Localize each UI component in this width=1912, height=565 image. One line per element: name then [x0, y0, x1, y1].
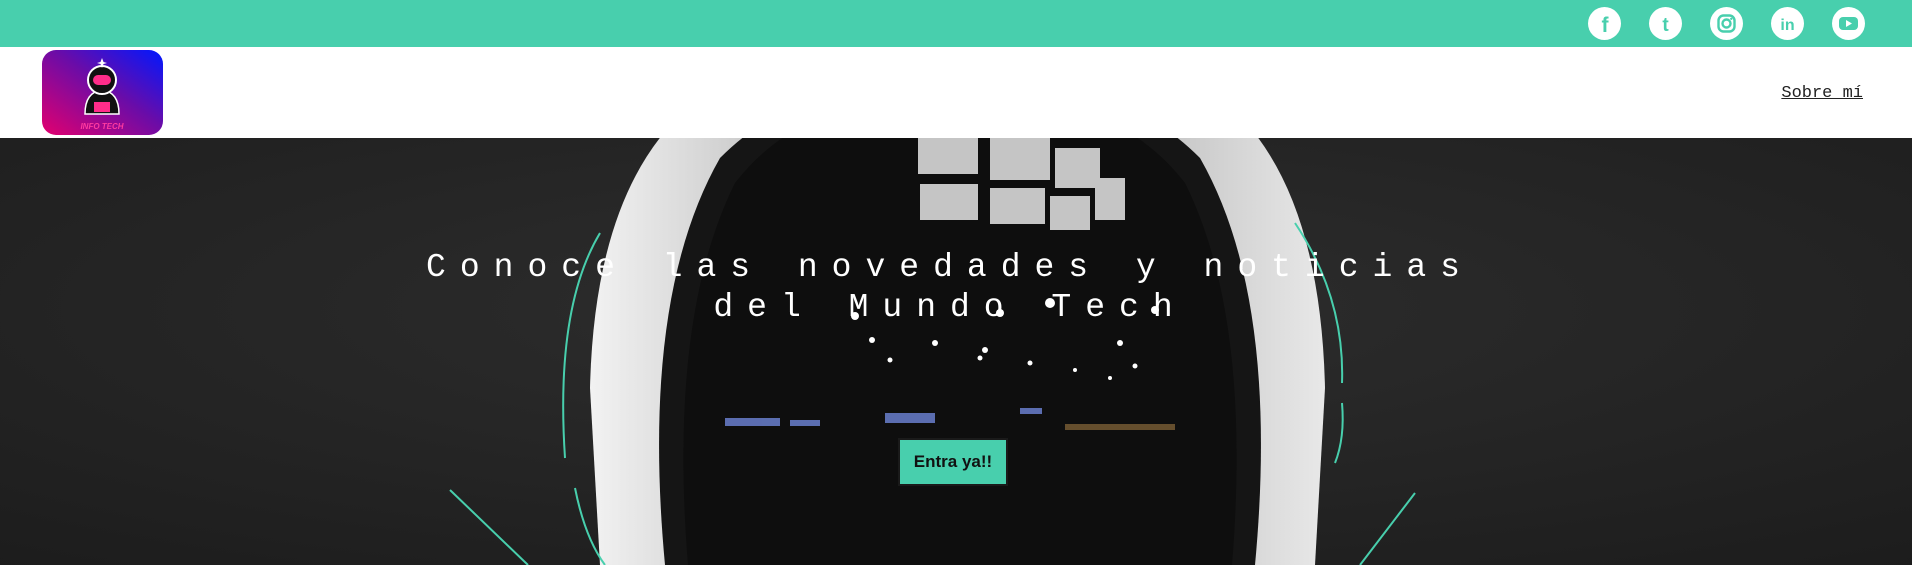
site-logo[interactable]: INFO TECH — [42, 50, 163, 135]
linkedin-link[interactable]: in — [1771, 6, 1804, 40]
astronaut-logo-icon: INFO TECH — [42, 50, 163, 135]
hero-section: Conoce las novedades y noticias del Mund… — [0, 138, 1912, 565]
linkedin-icon: in — [1780, 17, 1794, 34]
tumblr-link[interactable]: t — [1649, 6, 1682, 40]
social-links: f t in — [1588, 6, 1865, 40]
facebook-icon: f — [1602, 14, 1610, 37]
instagram-icon — [1717, 13, 1736, 33]
nav-link-about[interactable]: Sobre mí — [1781, 84, 1863, 103]
youtube-link[interactable] — [1832, 6, 1865, 40]
svg-text:t: t — [1662, 15, 1669, 36]
svg-text:f: f — [1602, 14, 1610, 37]
svg-text:INFO TECH: INFO TECH — [80, 122, 123, 131]
facebook-link[interactable]: f — [1588, 6, 1621, 40]
astronaut-helmet-background — [0, 138, 1912, 565]
tumblr-icon: t — [1662, 15, 1669, 36]
main-navbar: INFO TECH Sobre mí — [0, 47, 1912, 138]
hero-title: Conoce las novedades y noticias del Mund… — [426, 249, 1474, 326]
instagram-link[interactable] — [1710, 6, 1743, 40]
enter-button[interactable]: Entra ya!! — [898, 438, 1008, 486]
top-bar: f t in — [0, 0, 1912, 47]
youtube-icon — [1839, 16, 1858, 30]
svg-text:in: in — [1780, 17, 1794, 34]
